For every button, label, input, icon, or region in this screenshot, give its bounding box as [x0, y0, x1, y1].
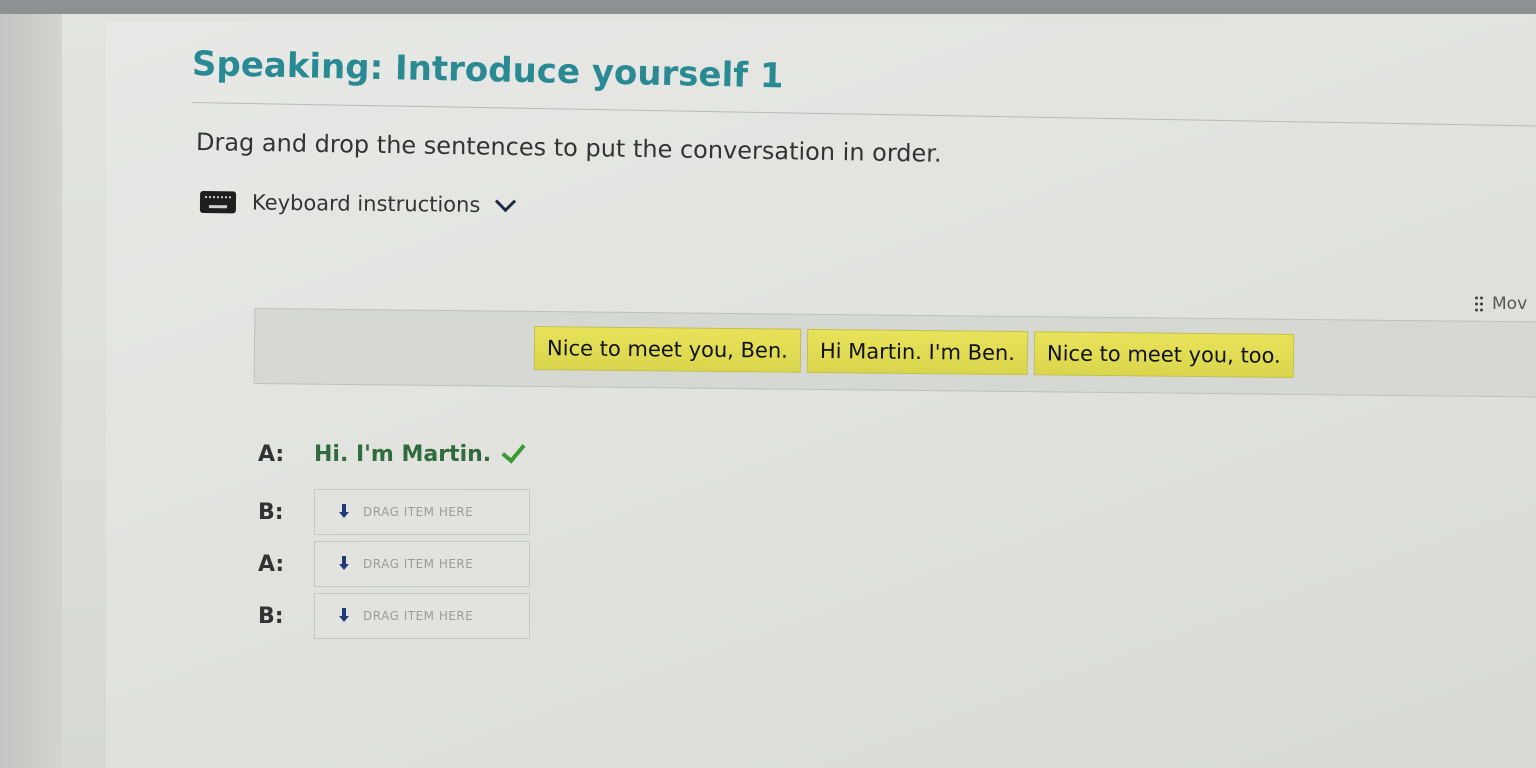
arrow-down-icon	[339, 608, 349, 624]
speaker-label: B:	[258, 499, 284, 525]
sentence-tile[interactable]: Nice to meet you, Ben.	[533, 326, 802, 373]
drop-zone[interactable]: DRAG ITEM HERE	[314, 593, 530, 639]
drop-zone-placeholder: DRAG ITEM HERE	[363, 557, 474, 571]
chevron-down-icon	[495, 190, 517, 212]
drop-zone[interactable]: DRAG ITEM HERE	[314, 489, 530, 535]
keyboard-instructions-label: Keyboard instructions	[251, 190, 481, 217]
sentence-tiles: Nice to meet you, Ben. Hi Martin. I'm Be…	[533, 326, 1294, 380]
speaker-label: A:	[258, 551, 285, 577]
keyboard-instructions-toggle[interactable]: Keyboard instructions	[199, 186, 517, 221]
speaker-label: B:	[258, 603, 284, 629]
monitor-bezel	[0, 0, 62, 768]
dialog-line: A: DRAG ITEM HERE	[258, 540, 530, 588]
speaker-label: A:	[258, 441, 285, 467]
drop-zone[interactable]: DRAG ITEM HERE	[314, 541, 530, 587]
answered-text: Hi. I'm Martin.	[314, 441, 492, 467]
drop-zone-placeholder: DRAG ITEM HERE	[363, 609, 474, 623]
grip-icon	[1474, 295, 1484, 313]
sentence-tile[interactable]: Nice to meet you, too.	[1033, 331, 1294, 378]
sentence-tile[interactable]: Hi Martin. I'm Ben.	[806, 328, 1029, 376]
arrow-down-icon	[339, 556, 349, 572]
answered-sentence: Hi. I'm Martin.	[314, 438, 526, 467]
dialog-line: A: Hi. I'm Martin.	[258, 430, 526, 478]
keyboard-icon	[199, 191, 237, 214]
drop-zone-placeholder: DRAG ITEM HERE	[363, 505, 474, 519]
arrow-down-icon	[339, 504, 349, 520]
monitor-bezel-top	[0, 0, 1536, 14]
dialog-line: B: DRAG ITEM HERE	[258, 488, 530, 536]
dialog-line: B: DRAG ITEM HERE	[258, 592, 530, 640]
move-handle[interactable]: Mov	[1474, 294, 1527, 314]
move-label: Mov	[1492, 294, 1528, 314]
